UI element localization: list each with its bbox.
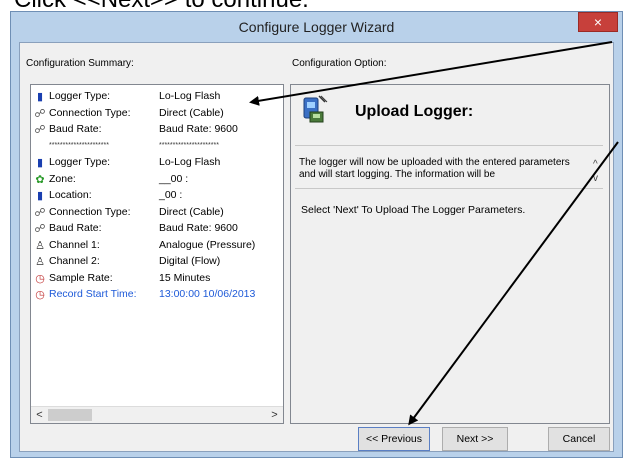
channel-icon: ♙ [35,239,45,252]
battery-icon: ▮ [36,157,44,169]
summary-row-label: Location: [49,189,92,201]
battery-icon: ▮ [36,190,44,202]
summary-row-value: Lo-Log Flash [159,90,221,102]
summary-row-value: 13:00:00 10/06/2013 [159,288,256,300]
close-button[interactable]: × [578,12,618,32]
configuration-option-label: Configuration Option: [292,58,387,69]
summary-row-label: Baud Rate: [49,222,102,234]
summary-row-label: Channel 1: [49,238,100,251]
scroll-up-arrow-icon[interactable]: ^ [593,159,598,170]
summary-row-label: Connection Type: [49,205,131,218]
cable-icon: ☍ [34,107,46,120]
summary-row-label: Zone: [49,172,76,185]
previous-button[interactable]: << Previous [358,427,430,451]
upload-instruction-text: Select 'Next' To Upload The Logger Param… [301,204,526,216]
scroll-down-arrow-icon[interactable]: v [593,173,598,184]
scroll-right-arrow-icon[interactable]: > [267,408,282,422]
upload-logger-heading: Upload Logger: [355,103,474,120]
summary-row-value: ********************** [159,141,219,149]
summary-row-label: Logger Type: [49,156,111,168]
summary-row-value: Direct (Cable) [159,106,224,119]
summary-row-label: Record Start Time: [49,288,137,300]
configuration-option-panel: Upload Logger: The logger will now be up… [290,84,610,424]
summary-row-label: Connection Type: [49,106,131,119]
upload-logger-icon [303,95,328,123]
summary-row-value: Baud Rate: 9600 [159,222,238,234]
configuration-summary-label: Configuration Summary: [26,58,134,69]
channel-icon: ♙ [35,256,45,268]
summary-row-label: Channel 2: [49,255,100,267]
configuration-summary-list[interactable]: ▮ Logger Type: Lo-Log Flash ☍ Connection Typ… [30,84,284,424]
cable-icon: ☍ [34,124,46,136]
clock-icon: ◷ [35,272,45,285]
summary-row-label: Sample Rate: [49,271,113,284]
battery-icon: ▮ [36,91,44,103]
upload-description: The logger will now be uploaded with the… [299,157,570,180]
cable-icon: ☍ [34,223,46,235]
configure-logger-wizard-window: Configure Logger Wizard × Configuration … [10,11,623,458]
scroll-left-arrow-icon[interactable]: < [32,408,47,422]
next-button[interactable]: Next >> [442,427,508,451]
summary-row-label: Logger Type: [49,90,111,102]
summary-row-label: Baud Rate: [49,123,102,135]
divider [295,145,603,146]
clock-icon: ◷ [35,289,45,301]
summary-row-value: 15 Minutes [159,271,211,284]
scrollbar-thumb[interactable] [48,409,92,421]
summary-row-value: Baud Rate: 9600 [159,123,238,135]
horizontal-scrollbar[interactable]: < > [31,406,283,423]
summary-row-value: Digital (Flow) [159,255,221,267]
cancel-button[interactable]: Cancel [548,427,610,451]
title-bar: Configure Logger Wizard × [11,12,622,42]
zone-icon: ✿ [35,173,45,186]
summary-row-value: __00 : [159,172,189,185]
summary-row-value: Direct (Cable) [159,205,224,218]
dialog-client-area: Configuration Summary: Configuration Opt… [19,42,614,452]
summary-row-value: _00 : [159,189,183,201]
summary-row-value: Lo-Log Flash [159,156,221,168]
divider [295,188,603,189]
summary-row-label: ********************** [49,141,109,149]
window-title: Configure Logger Wizard [238,19,395,35]
summary-row-value: Analogue (Pressure) [159,238,256,251]
cable-icon: ☍ [34,206,46,219]
